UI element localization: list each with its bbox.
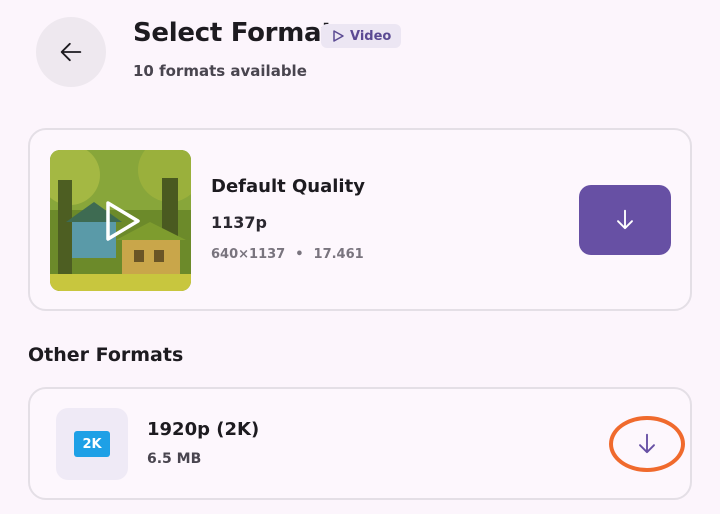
back-button[interactable] — [36, 17, 106, 87]
media-type-chip: Video — [321, 24, 402, 48]
meta-separator: • — [295, 247, 304, 262]
play-outline-icon — [333, 30, 344, 42]
format-name: 1920p (2K) — [147, 419, 260, 440]
default-format-card[interactable]: Default Quality 1137p 640×1137 • 17.461 — [28, 128, 692, 311]
format-size: 6.5 MB — [147, 451, 202, 467]
arrow-down-icon — [639, 433, 655, 454]
play-icon — [106, 201, 140, 241]
default-quality-resolution: 1137p — [211, 213, 267, 232]
download-format-button[interactable] — [609, 416, 685, 472]
format-item[interactable]: 2K 1920p (2K) 6.5 MB — [28, 387, 692, 500]
default-quality-title: Default Quality — [211, 176, 365, 197]
other-formats-heading: Other Formats — [28, 344, 184, 366]
download-default-button[interactable] — [579, 185, 671, 255]
arrow-down-icon — [617, 209, 633, 230]
formats-count: 10 formats available — [133, 62, 307, 80]
format-icon-box: 2K — [56, 408, 128, 480]
video-thumbnail — [50, 150, 191, 291]
media-type-label: Video — [350, 28, 392, 44]
default-quality-meta: 640×1137 • 17.461 — [211, 247, 364, 262]
resolution-badge: 2K — [74, 431, 110, 457]
arrow-left-icon — [60, 42, 82, 62]
meta-value: 17.461 — [313, 247, 364, 262]
page-title: Select Format — [133, 18, 334, 48]
dimensions-text: 640×1137 — [211, 247, 286, 262]
